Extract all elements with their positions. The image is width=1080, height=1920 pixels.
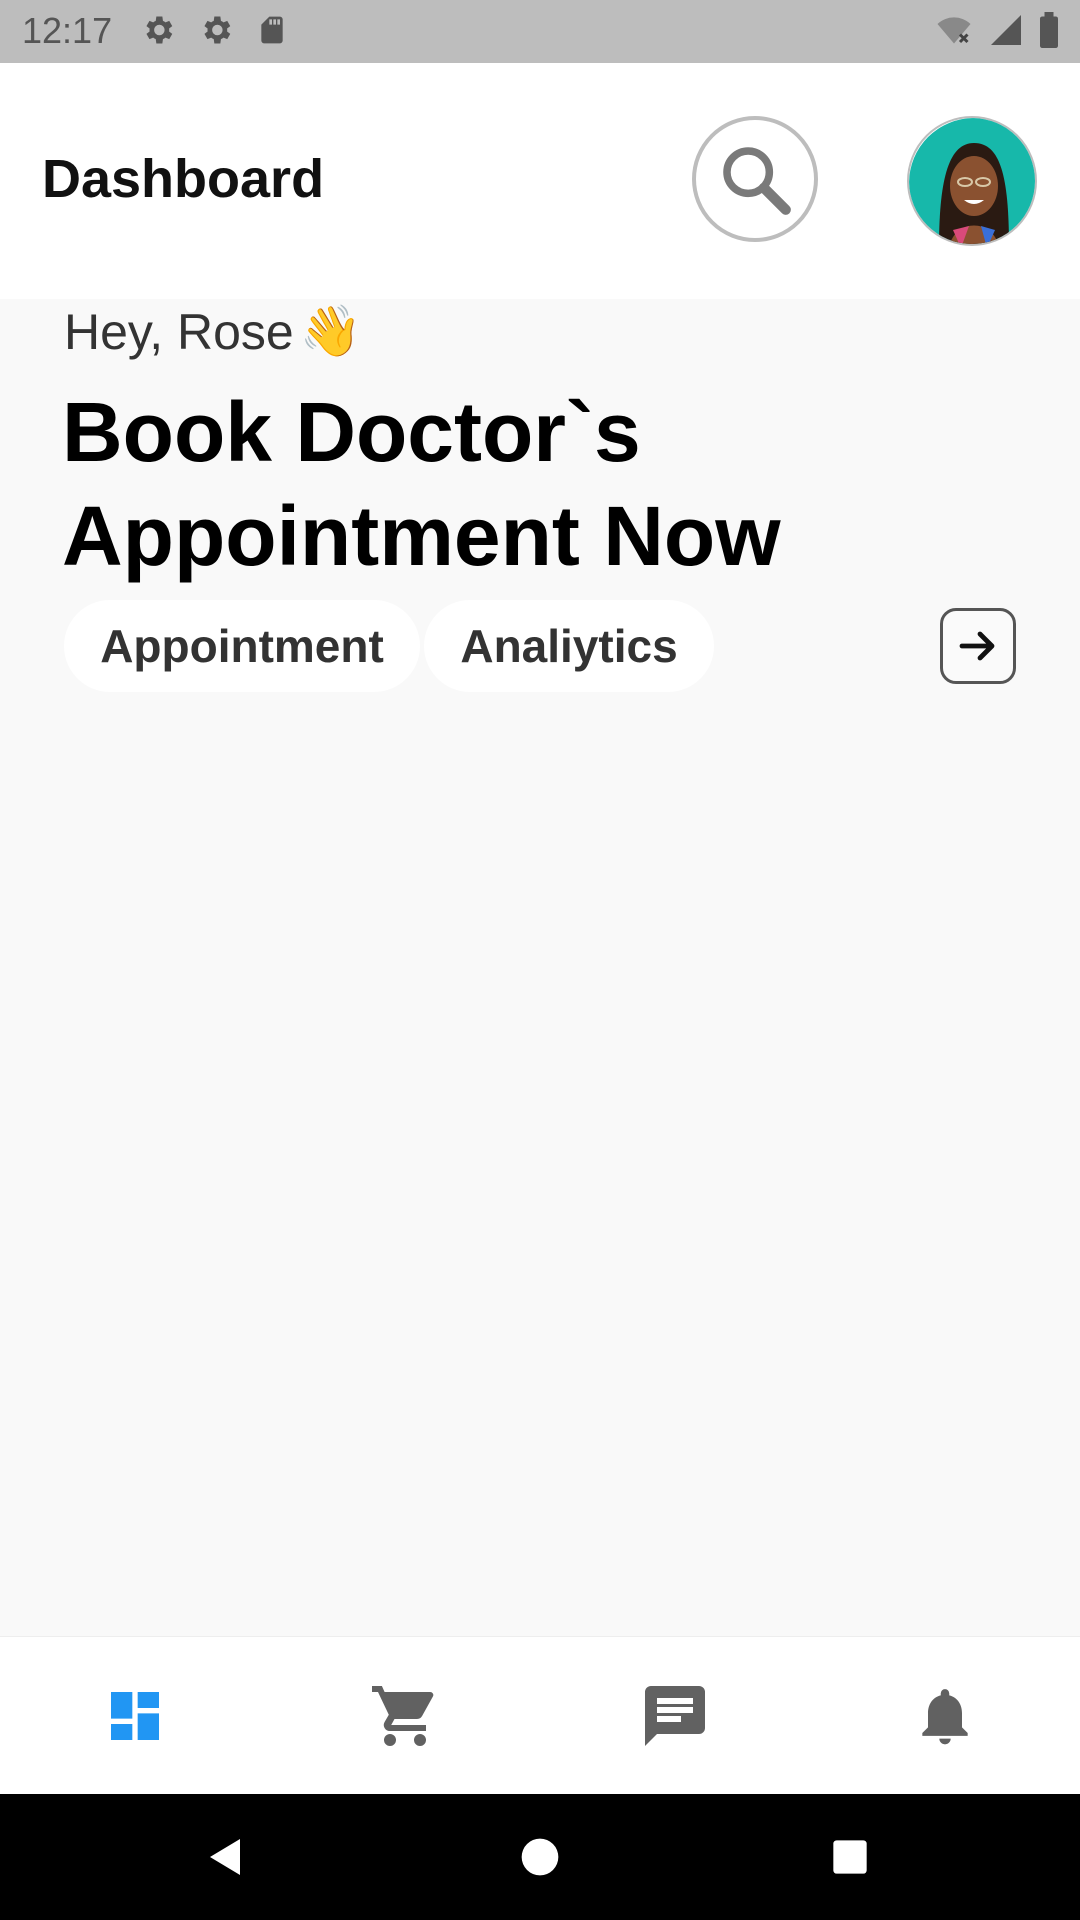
status-time: 12:17	[22, 10, 113, 51]
bell-icon	[922, 1689, 968, 1745]
system-back-button[interactable]	[176, 1794, 276, 1920]
system-home-button[interactable]	[490, 1794, 590, 1920]
greeting: Hey, Rose 👋	[64, 302, 362, 361]
signal-icon	[991, 15, 1021, 45]
avatar-image	[909, 118, 1035, 244]
arrow-button[interactable]	[940, 608, 1016, 684]
status-icons-left	[140, 12, 288, 48]
bottom-nav	[0, 1636, 1080, 1795]
status-bar: 12:17	[0, 0, 1080, 63]
avatar[interactable]	[907, 116, 1037, 246]
nav-messages[interactable]	[540, 1637, 810, 1795]
chip-appointment[interactable]: Appointment	[64, 600, 420, 692]
battery-icon	[1040, 12, 1058, 48]
nav-notifications[interactable]	[810, 1637, 1080, 1795]
recents-icon	[833, 1840, 867, 1874]
dashboard-icon	[111, 1692, 159, 1740]
page-title: Dashboard	[42, 149, 325, 209]
headline: Book Doctor`s Appointment Now	[62, 380, 962, 588]
status-icons-right	[934, 12, 1060, 48]
home-icon	[521, 1838, 559, 1876]
arrow-right-icon	[959, 631, 995, 661]
nav-dashboard[interactable]	[0, 1637, 270, 1795]
nav-cart[interactable]	[270, 1637, 540, 1795]
greeting-text: Hey, Rose	[64, 303, 294, 360]
search-icon	[723, 147, 791, 215]
cart-icon	[372, 1686, 434, 1746]
headline-line-2: Appointment Now	[62, 489, 781, 583]
chip-analytics[interactable]: Analiytics	[424, 600, 714, 692]
wifi-off-icon	[937, 17, 971, 44]
headline-line-1: Book Doctor`s	[62, 385, 641, 479]
gear-icon	[204, 16, 231, 44]
wave-emoji: 👋	[299, 303, 362, 359]
back-icon	[210, 1839, 240, 1875]
sd-card-icon	[261, 16, 283, 44]
system-nav-bar	[0, 1794, 1080, 1920]
search-button[interactable]	[692, 116, 818, 242]
chat-icon	[645, 1686, 705, 1746]
system-recents-button[interactable]	[800, 1794, 900, 1920]
gear-icon	[146, 16, 173, 44]
